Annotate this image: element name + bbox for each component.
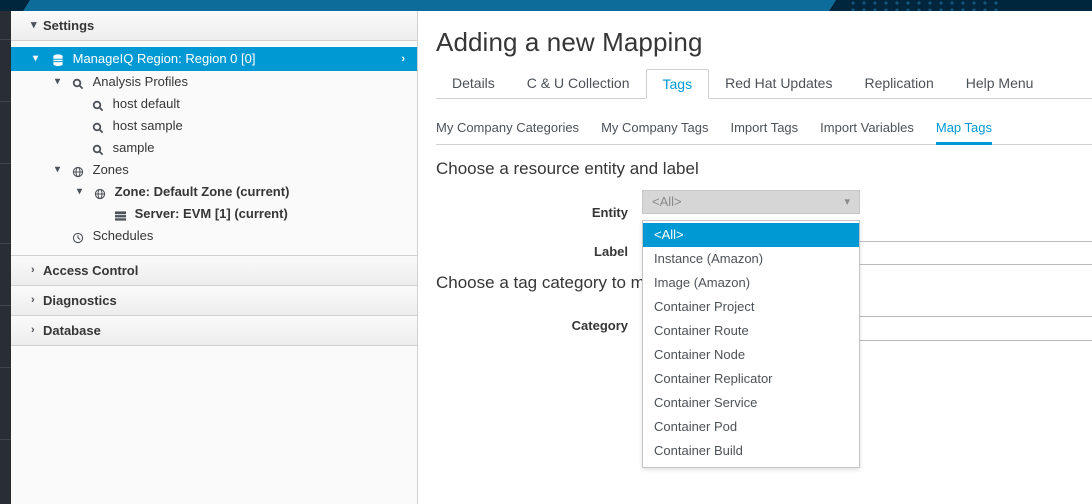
chevron-right-icon: › xyxy=(31,294,35,306)
magnifier-icon xyxy=(91,117,105,139)
tree-item-label: host sample xyxy=(112,118,183,133)
magnifier-icon xyxy=(91,95,105,117)
tree-item-label: Zones xyxy=(92,162,129,177)
rail-divider xyxy=(0,439,11,440)
tab-cu-collection[interactable]: C & U Collection xyxy=(511,69,646,99)
tree-item-label: Server: EVM [1] (current) xyxy=(134,206,288,221)
tree-item-sample[interactable]: sample xyxy=(11,137,417,159)
subtab-my-company-categories[interactable]: My Company Categories xyxy=(436,115,579,145)
subtab-import-tags[interactable]: Import Tags xyxy=(730,115,798,145)
label-field-label: Label xyxy=(594,244,628,259)
rail-divider xyxy=(0,39,11,40)
app-window: ▾ Settings ▾ ManageIQ Region: Region 0 [… xyxy=(0,0,1092,504)
page-title: Adding a new Mapping xyxy=(436,27,703,57)
chevron-down-icon[interactable]: ▾ xyxy=(55,159,60,181)
settings-tree: ▾ ManageIQ Region: Region 0 [0] › ▾ Anal… xyxy=(11,41,417,256)
tree-item-schedules[interactable]: Schedules xyxy=(11,225,417,247)
tree-item-label: Schedules xyxy=(92,228,154,243)
sidebar-panel-access-control[interactable]: › Access Control xyxy=(11,256,417,286)
sidebar-panel-settings[interactable]: ▾ Settings xyxy=(11,11,417,41)
category-field-border xyxy=(860,340,1092,341)
rail-divider xyxy=(0,101,11,102)
tree-item-zones[interactable]: ▾ Zones xyxy=(11,159,417,181)
dropdown-option[interactable]: Container Pod xyxy=(643,415,859,439)
tree-item-label: Analysis Profiles xyxy=(92,74,188,89)
clock-icon xyxy=(71,227,85,249)
dropdown-option[interactable]: Image (Amazon) xyxy=(643,271,859,295)
magnifier-icon xyxy=(71,73,85,95)
tab-red-hat-updates[interactable]: Red Hat Updates xyxy=(709,69,848,99)
tab-details[interactable]: Details xyxy=(436,69,511,99)
chevron-down-icon[interactable]: ▾ xyxy=(33,47,38,71)
chevron-down-icon[interactable]: ▾ xyxy=(77,181,82,203)
rail-divider xyxy=(0,367,11,368)
subtab-map-tags[interactable]: Map Tags xyxy=(935,115,993,145)
tree-item-server-evm[interactable]: Server: EVM [1] (current) xyxy=(11,203,417,225)
label-field-bottom-border xyxy=(860,316,1092,317)
sidebar-panel-diagnostics[interactable]: › Diagnostics xyxy=(11,286,417,316)
tree-item-host-sample[interactable]: host sample xyxy=(11,115,417,137)
entity-field-label: Entity xyxy=(591,205,628,220)
sidebar-panel-label: Diagnostics xyxy=(43,293,117,308)
dropdown-option[interactable]: Container Route xyxy=(643,319,859,343)
dropdown-option[interactable]: Container Project xyxy=(643,295,859,319)
dropdown-option[interactable]: Container Service xyxy=(643,391,859,415)
dropdown-option[interactable]: Container Replicator xyxy=(643,367,859,391)
sidebar-panel-label: Database xyxy=(43,323,101,338)
tree-item-host-default[interactable]: host default xyxy=(11,93,417,115)
tree-item-label: ManageIQ Region: Region 0 [0] xyxy=(72,51,256,66)
subtab-my-company-tags[interactable]: My Company Tags xyxy=(601,115,708,145)
sidebar-panel-label: Settings xyxy=(43,18,95,33)
left-nav-rail[interactable] xyxy=(0,11,11,504)
label-field-top-border xyxy=(860,264,1092,265)
database-icon xyxy=(51,49,65,73)
tree-item-analysis-profiles[interactable]: ▾ Analysis Profiles xyxy=(11,71,417,93)
server-icon xyxy=(113,205,127,227)
sidebar-panel-label: Access Control xyxy=(43,263,139,278)
section-heading-entity: Choose a resource entity and label xyxy=(436,159,699,178)
tree-item-label: host default xyxy=(112,96,180,111)
primary-tabs: Details C & U Collection Tags Red Hat Up… xyxy=(436,69,1092,99)
magnifier-icon xyxy=(91,139,105,161)
dropdown-option[interactable]: <All> xyxy=(643,223,859,247)
entity-select-value: <All> xyxy=(652,194,682,209)
zone-globe-icon xyxy=(93,183,107,205)
dropdown-option[interactable]: Instance (Amazon) xyxy=(643,247,859,271)
entity-select[interactable]: <All> ▾ xyxy=(642,190,860,214)
tree-item-label: sample xyxy=(112,140,155,155)
dropdown-option[interactable]: Container Node xyxy=(643,343,859,367)
navbar-dot-pattern xyxy=(850,0,1000,11)
category-field-label: Category xyxy=(571,318,628,333)
section-heading-category: Choose a tag category to m xyxy=(436,273,645,292)
tree-item-label: Zone: Default Zone (current) xyxy=(114,184,290,199)
chevron-right-icon: › xyxy=(31,264,35,276)
tab-help-menu[interactable]: Help Menu xyxy=(950,69,1050,99)
sidebar: ▾ Settings ▾ ManageIQ Region: Region 0 [… xyxy=(11,11,418,504)
tree-item-default-zone[interactable]: ▾ Zone: Default Zone (current) xyxy=(11,181,417,203)
chevron-down-icon: ▾ xyxy=(844,196,850,208)
navbar-blue-band xyxy=(22,0,852,11)
secondary-tabs: My Company Categories My Company Tags Im… xyxy=(436,115,1092,145)
rail-divider xyxy=(0,163,11,164)
rail-divider xyxy=(0,305,11,306)
subtab-import-variables[interactable]: Import Variables xyxy=(820,115,914,145)
entity-field-border xyxy=(860,241,1092,242)
top-navbar xyxy=(0,0,1092,11)
tab-tags[interactable]: Tags xyxy=(645,69,710,99)
chevron-right-icon[interactable]: › xyxy=(401,47,405,71)
chevron-right-icon: › xyxy=(31,324,35,336)
chevron-down-icon: ▾ xyxy=(31,19,37,31)
rail-divider xyxy=(0,243,11,244)
zone-globe-icon xyxy=(71,161,85,183)
tree-item-manageiq-region[interactable]: ▾ ManageIQ Region: Region 0 [0] › xyxy=(11,47,417,71)
dropdown-option[interactable]: Container Build xyxy=(643,439,859,463)
entity-select-dropdown: <All> Instance (Amazon) Image (Amazon) C… xyxy=(642,220,860,468)
tab-replication[interactable]: Replication xyxy=(848,69,949,99)
sidebar-panel-database[interactable]: › Database xyxy=(11,316,417,346)
chevron-down-icon[interactable]: ▾ xyxy=(55,71,60,93)
